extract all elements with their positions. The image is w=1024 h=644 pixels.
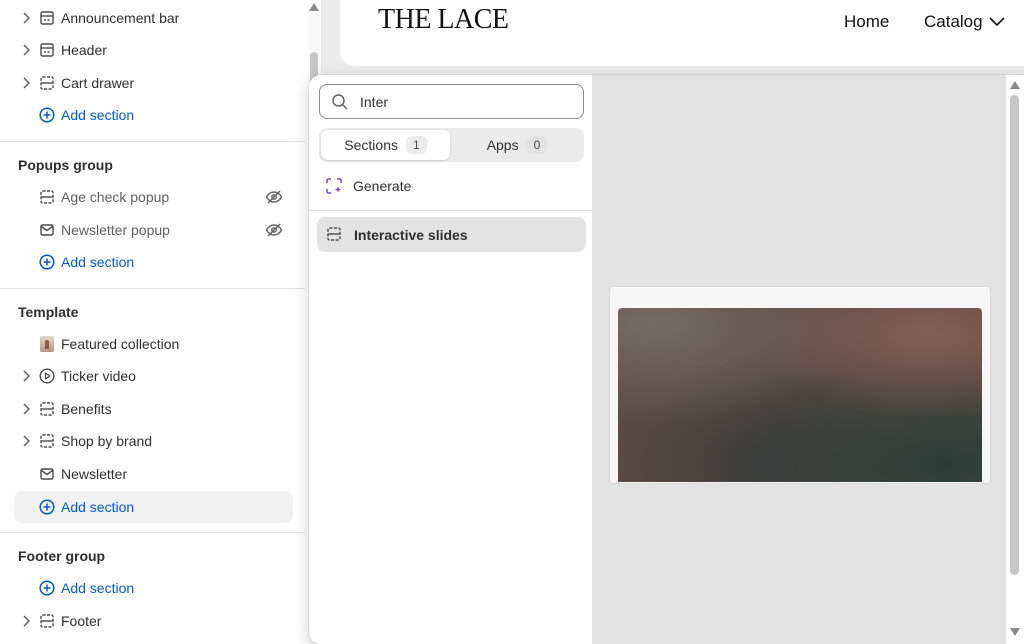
sidebar-item-label: Benefits	[61, 401, 112, 417]
sidebar-item-label: Newsletter popup	[61, 222, 170, 238]
preview-image	[618, 308, 982, 482]
count-badge: 1	[406, 136, 427, 154]
store-logo[interactable]: THE LACE	[378, 4, 509, 36]
nav-link-catalog[interactable]: Catalog	[924, 12, 1005, 32]
divider	[309, 210, 593, 211]
image-thumbnail	[38, 335, 56, 353]
mail-icon	[38, 221, 56, 239]
count-badge: 0	[526, 136, 548, 154]
sidebar-item-label: Cart drawer	[61, 75, 135, 91]
scroll-down-arrow-icon[interactable]	[1010, 628, 1020, 636]
divider	[0, 532, 305, 533]
mail-icon	[38, 465, 56, 483]
sidebar-item-header[interactable]: Header	[0, 34, 305, 66]
plus-circle-icon	[38, 106, 56, 124]
result-label: Interactive slides	[354, 226, 468, 243]
sidebar-item-announcement-bar[interactable]: Announcement bar	[0, 2, 305, 34]
store-preview-header: THE LACE Home Catalog	[340, 0, 1024, 66]
section-icon	[38, 41, 56, 59]
group-title-template: Template	[18, 304, 79, 320]
sidebar-item-label: Age check popup	[61, 189, 170, 205]
sidebar-item-shop-by-brand[interactable]: Shop by brand	[0, 425, 305, 457]
search-icon	[331, 93, 349, 114]
section-icon	[326, 226, 342, 245]
group-title-footer: Footer group	[18, 548, 106, 564]
plus-circle-icon	[38, 498, 56, 516]
section-icon	[38, 74, 56, 92]
chevron-right-icon[interactable]	[20, 44, 32, 56]
sparkle-icon	[325, 177, 343, 198]
search-input[interactable]	[360, 92, 570, 112]
result-item-interactive-slides[interactable]: Interactive slides	[317, 217, 586, 252]
picker-tabs: Sections 1 Apps 0	[319, 128, 584, 162]
section-sidebar: Announcement bar Header Cart drawer Add …	[0, 0, 322, 644]
chevron-right-icon[interactable]	[20, 615, 32, 627]
divider	[0, 288, 305, 289]
sidebar-item-newsletter[interactable]: Newsletter	[0, 458, 305, 490]
tab-label: Apps	[486, 137, 519, 153]
add-section-button[interactable]: Add section	[0, 99, 305, 131]
add-section-label: Add section	[61, 254, 135, 270]
play-icon	[38, 367, 56, 385]
section-icon	[38, 612, 56, 630]
add-section-button[interactable]: Add section	[0, 572, 305, 604]
tab-label: Sections	[344, 137, 398, 153]
add-section-label: Add section	[61, 499, 135, 515]
group-title-popups: Popups group	[18, 157, 113, 173]
plus-circle-icon	[38, 579, 56, 597]
sidebar-item-age-check-popup[interactable]: Age check popup	[0, 181, 305, 213]
add-section-button[interactable]: Add section	[14, 491, 293, 523]
add-section-label: Add section	[61, 580, 135, 596]
section-icon	[38, 400, 56, 418]
chevron-right-icon[interactable]	[20, 12, 32, 24]
picker-list-panel: Sections 1 Apps 0 Generate Interactive s…	[309, 75, 593, 644]
generate-button[interactable]: Generate	[319, 172, 584, 200]
sidebar-item-label: Ticker video	[61, 368, 136, 384]
plus-circle-icon	[38, 253, 56, 271]
scrollbar-thumb[interactable]	[1010, 95, 1019, 575]
sidebar-item-label: Announcement bar	[61, 10, 180, 26]
sidebar-item-label: Newsletter	[61, 466, 128, 482]
chevron-right-icon[interactable]	[20, 370, 32, 382]
scroll-up-arrow-icon[interactable]	[1010, 81, 1020, 89]
sidebar-item-ticker-video[interactable]: Ticker video	[0, 360, 305, 392]
scroll-up-arrow-icon[interactable]	[309, 3, 319, 11]
section-icon	[38, 188, 56, 206]
eye-off-icon[interactable]	[265, 221, 283, 239]
chevron-down-icon	[989, 17, 1005, 27]
generate-label: Generate	[353, 178, 412, 194]
chevron-right-icon[interactable]	[20, 77, 32, 89]
section-icon	[38, 432, 56, 450]
sidebar-item-label: Shop by brand	[61, 433, 153, 449]
tab-apps[interactable]: Apps 0	[452, 130, 582, 160]
add-section-label: Add section	[61, 107, 135, 123]
sidebar-item-label: Footer	[61, 613, 102, 629]
sidebar-item-newsletter-popup[interactable]: Newsletter popup	[0, 214, 305, 246]
section-icon	[38, 9, 56, 27]
divider	[0, 141, 305, 142]
search-field[interactable]	[319, 84, 584, 119]
sidebar-item-featured-collection[interactable]: Featured collection	[0, 328, 305, 360]
chevron-right-icon[interactable]	[20, 435, 32, 447]
eye-off-icon[interactable]	[265, 188, 283, 206]
sidebar-item-footer[interactable]: Footer	[0, 605, 305, 637]
nav-link-label: Catalog	[924, 12, 983, 31]
nav-link-home[interactable]: Home	[844, 12, 889, 32]
section-preview-card	[610, 287, 990, 483]
picker-preview-panel	[593, 75, 1006, 644]
tab-sections[interactable]: Sections 1	[321, 130, 450, 160]
sidebar-item-cart-drawer[interactable]: Cart drawer	[0, 67, 305, 99]
section-picker-popover: Sections 1 Apps 0 Generate Interactive s…	[309, 75, 1024, 644]
add-section-button[interactable]: Add section	[0, 246, 305, 278]
sidebar-item-benefits[interactable]: Benefits	[0, 393, 305, 425]
preview-scrollbar[interactable]	[1007, 75, 1024, 644]
sidebar-item-label: Header	[61, 42, 107, 58]
sidebar-item-label: Featured collection	[61, 336, 180, 352]
chevron-right-icon[interactable]	[20, 403, 32, 415]
